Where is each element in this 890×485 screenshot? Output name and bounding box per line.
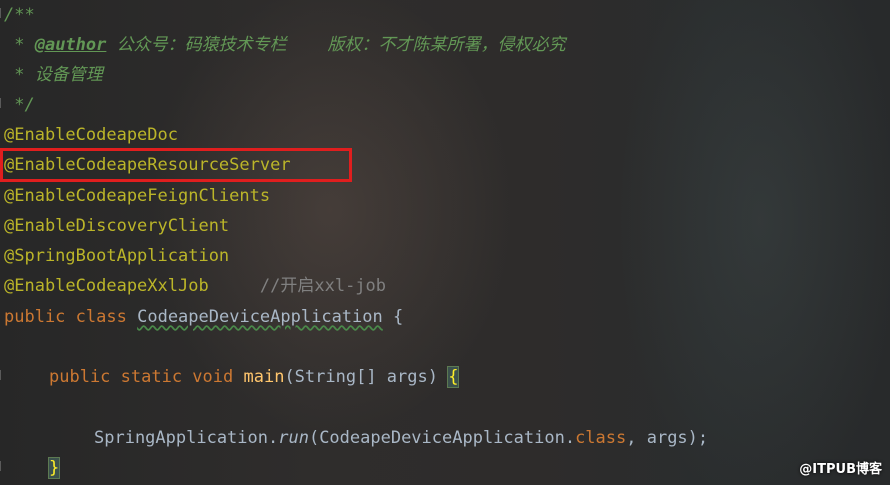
main-close-brace: } [47, 457, 61, 479]
main-open-brace: { [447, 366, 460, 388]
doc-author-text: 公众号：码猿技术专栏 版权：不才陈某所署，侵权必究 [106, 35, 566, 55]
run-method[interactable]: run [278, 428, 309, 448]
doc-comment-close: */ [4, 95, 35, 115]
doc-author-line: * @author 公众号：码猿技术专栏 版权：不才陈某所署，侵权必究 [4, 32, 566, 58]
class-name[interactable]: CodeapeDeviceApplication [137, 307, 383, 327]
annotation-xxl-job-line: @EnableCodeapeXxlJob //开启xxl-job [4, 273, 386, 299]
annotation-spring-boot-application: @SpringBootApplication [4, 246, 230, 266]
annotation-enable-discovery-client: @EnableDiscoveryClient [4, 216, 230, 236]
run-prefix: SpringApplication. [94, 428, 279, 448]
run-args-close: , args); [626, 428, 709, 448]
doc-author-prefix: * [4, 35, 35, 55]
main-method-declaration: public static void main(String[] args) { [49, 364, 460, 390]
run-args-open: (CodeapeDeviceApplication. [308, 428, 576, 448]
doc-author-tag: @author [34, 35, 107, 55]
fold-marker[interactable] [0, 461, 4, 471]
doc-comment-open: /** [4, 5, 35, 25]
fold-marker[interactable] [0, 370, 4, 380]
annotation-enable-codeape-doc: @EnableCodeapeDoc [4, 125, 178, 145]
code-editor[interactable]: /** * @author 公众号：码猿技术专栏 版权：不才陈某所署，侵权必究 … [0, 0, 890, 485]
annotation-enable-codeape-feign-clients: @EnableCodeapeFeignClients [4, 186, 271, 206]
public-keyword: public [4, 307, 66, 327]
main-modifiers: public static void [49, 367, 234, 387]
class-open-brace: { [382, 307, 404, 327]
xxl-job-comment: //开启xxl-job [259, 276, 387, 296]
class-keyword: class [75, 307, 127, 327]
annotation-enable-codeape-xxl-job: @EnableCodeapeXxlJob [4, 276, 209, 296]
main-close-brace-line: } [47, 455, 61, 481]
run-class-keyword: class [575, 428, 627, 448]
main-params: (String[] args) [284, 367, 449, 387]
class-declaration: public class CodeapeDeviceApplication { [4, 304, 403, 330]
main-method-name[interactable]: main [243, 367, 284, 387]
highlight-box [0, 148, 352, 182]
spring-run-statement: SpringApplication.run(CodeapeDeviceAppli… [94, 425, 708, 451]
watermark: @ITPUB博客 [799, 462, 882, 477]
doc-description: * 设备管理 [4, 65, 103, 85]
